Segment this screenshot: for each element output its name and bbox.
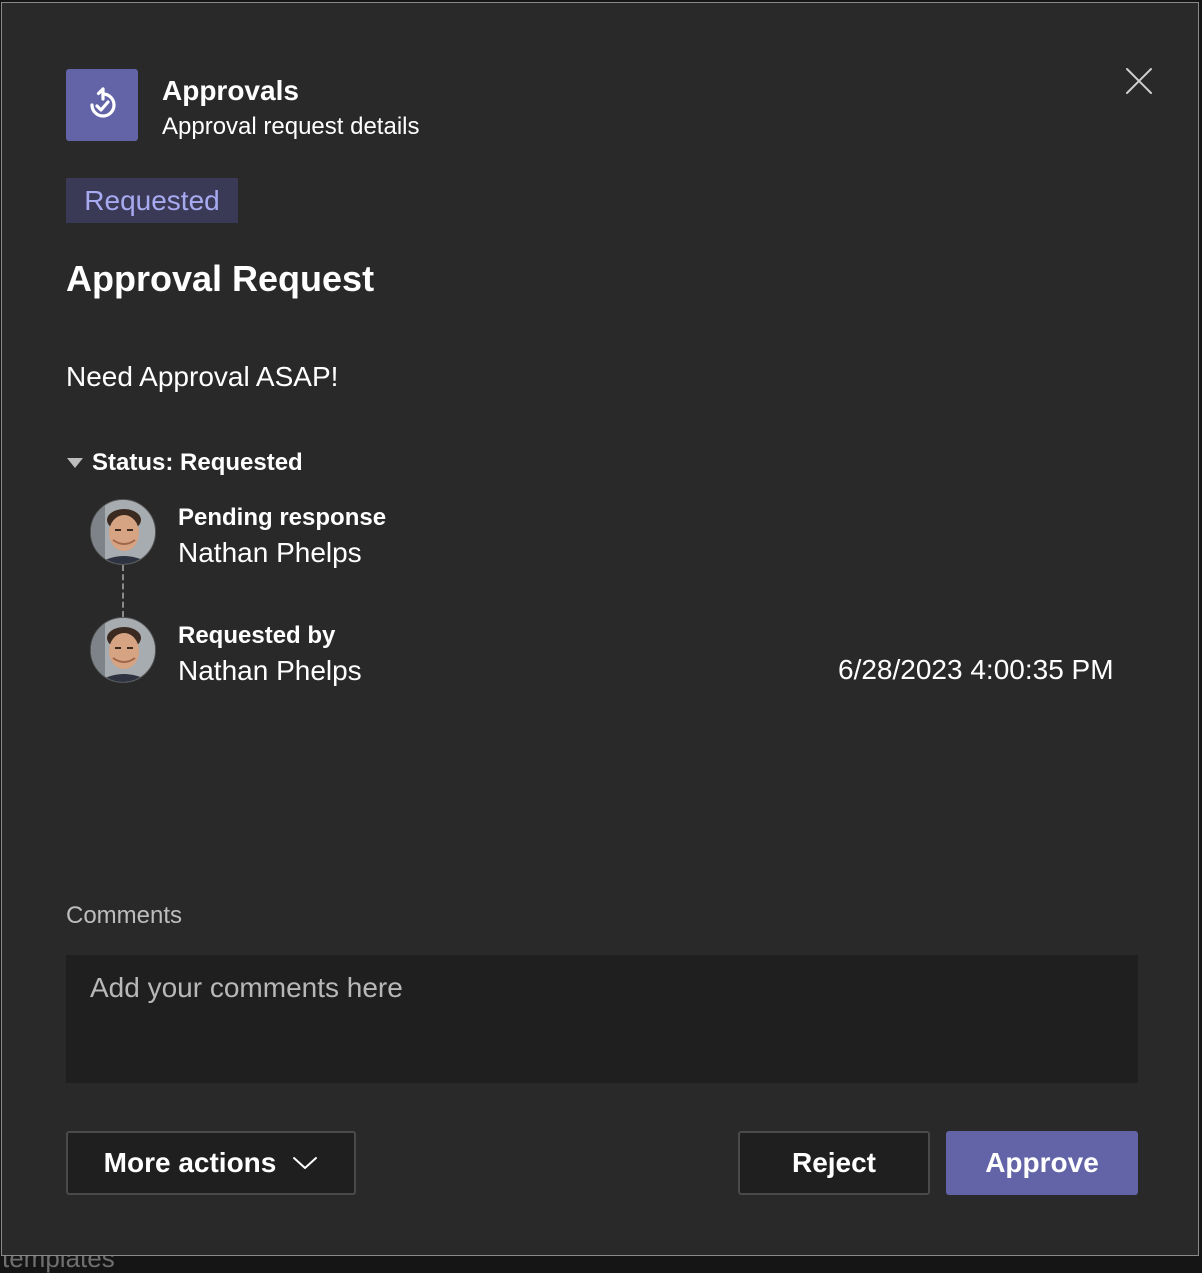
dialog-subtitle: Approval request details [162,113,420,140]
request-description: Need Approval ASAP! [66,361,339,392]
more-actions-label: More actions [103,1147,277,1178]
triangle-down-icon [67,458,83,468]
approval-details-dialog: Approvals Approval request details Reque… [1,2,1199,1256]
chevron-down-icon [293,1157,318,1169]
approvals-icon [66,69,138,141]
close-icon [1126,68,1152,94]
avatar [90,617,156,683]
reject-button[interactable]: Reject [738,1131,930,1195]
app-name: Approvals [162,75,299,106]
status-section-toggle[interactable]: Status: Requested [66,447,303,479]
comments-input[interactable] [66,955,1138,1083]
requested-by-label: Requested by [178,622,336,649]
pending-responder-name: Nathan Phelps [178,537,362,568]
close-button[interactable] [1121,63,1157,99]
timeline-connector [122,565,124,617]
comments-label: Comments [66,902,183,929]
avatar [90,499,156,565]
pending-response-label: Pending response [178,504,387,531]
approve-button[interactable]: Approve [946,1131,1138,1195]
more-actions-button[interactable]: More actions [66,1131,356,1195]
request-timestamp: 6/28/2023 4:00:35 PM [838,654,1114,685]
request-title: Approval Request [66,258,375,299]
status-label: Status: Requested [92,449,303,476]
status-badge: Requested [66,178,238,223]
requester-name: Nathan Phelps [178,655,362,686]
